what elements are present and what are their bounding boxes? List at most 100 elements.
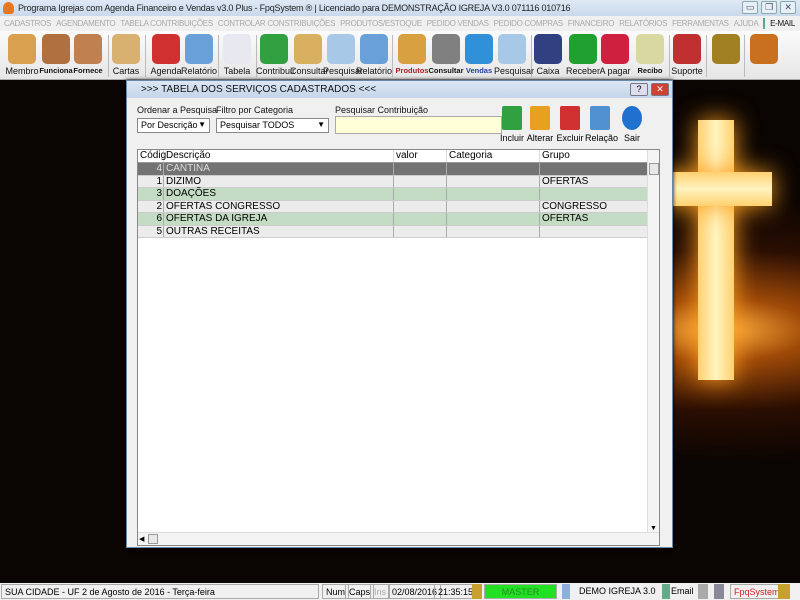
table-cell [447, 175, 540, 187]
menu-email[interactable]: E-MAIL [770, 19, 795, 28]
action-relação[interactable]: Relação [585, 106, 618, 143]
toolbar-button-agenda[interactable]: Agenda [148, 34, 184, 76]
menu-item[interactable]: PEDIDO COMPRAS [494, 19, 563, 28]
table-cell: 5 [138, 225, 164, 237]
toolbar-button-fornece[interactable]: Fornece [70, 34, 106, 75]
toolbar-label: Consultar [290, 66, 329, 76]
search-input[interactable] [335, 116, 502, 134]
toolbar-button-relatório[interactable]: Relatório [356, 34, 392, 76]
toolbar-button-contribuir[interactable]: Contribuir [256, 34, 295, 76]
column-header[interactable]: Descrição [164, 150, 394, 162]
table-row[interactable]: 6 OFERTAS DA IGREJA OFERTAS [138, 213, 648, 226]
action-alterar[interactable]: Alterar [525, 106, 555, 143]
toolbar-button-receber[interactable]: Receber [565, 34, 601, 76]
table-cell: 4 [138, 163, 164, 175]
scroll-thumb[interactable] [649, 163, 659, 175]
horizontal-scrollbar[interactable]: ◀ [138, 532, 659, 545]
menu-item[interactable]: CADASTROS [4, 19, 51, 28]
menu-item[interactable]: PEDIDO VENDAS [427, 19, 489, 28]
table-row[interactable]: 2 OFERTAS CONGRESSO CONGRESSO [138, 200, 648, 213]
toolbar-button-consultar[interactable]: Consultar [290, 34, 329, 76]
table-cell: DOAÇÕES [164, 188, 394, 200]
menu-item[interactable]: PRODUTOS/ESTOQUE [340, 19, 422, 28]
toolbar-button-suporte[interactable]: Suporte [669, 34, 705, 76]
table-cell [394, 213, 447, 225]
table-cell: DIZIMO [164, 175, 394, 187]
suporte-icon [673, 34, 701, 64]
menu-item[interactable]: FERRAMENTAS [672, 19, 729, 28]
dialog-close-button[interactable]: ✕ [651, 83, 669, 96]
filter-select[interactable]: Pesquisar TODOS ▼ [216, 118, 329, 133]
menu-item[interactable]: AJUDA [734, 19, 759, 28]
toolbar-button-relatório[interactable]: Relatório [181, 34, 217, 76]
toolbar-button-funciona[interactable]: Funciona [38, 34, 74, 75]
action-excluir[interactable]: Excluir [555, 106, 585, 143]
toolbar-button-cartas[interactable]: Cartas [108, 34, 144, 76]
column-header[interactable]: Códig [138, 150, 166, 162]
toolbar-button-pesquisar[interactable]: Pesquisar [323, 34, 363, 76]
toolbar-button-vendas[interactable]: Vendas [461, 34, 497, 75]
toolbar-button-consultar[interactable]: Consultar [428, 34, 464, 75]
services-table: Códig Descrição valor Categoria Grupo 4 CANTI… [137, 149, 660, 546]
toolbar-separator [145, 35, 146, 77]
toolbar-label: Produtos [395, 66, 429, 75]
tabela-icon [223, 34, 251, 64]
table-row[interactable]: 1 DIZIMO OFERTAS [138, 175, 648, 188]
help-button[interactable]: ? [630, 83, 648, 96]
status-city-date: SUA CIDADE - UF 2 de Agosto de 2016 - Te… [1, 584, 319, 599]
toolbar-button-caixa[interactable]: Caixa [530, 34, 566, 76]
scroll-left-icon[interactable]: ◀ [139, 535, 144, 543]
action-sair[interactable]: Sair [617, 106, 647, 143]
vertical-scrollbar[interactable]: ▼ [647, 150, 659, 533]
toolbar-button-tabela[interactable]: Tabela [219, 34, 255, 76]
table-row[interactable]: 5 OUTRAS RECEITAS [138, 225, 648, 238]
menu-item[interactable]: FINANCEIRO [568, 19, 615, 28]
scroll-down-icon[interactable]: ▼ [650, 525, 657, 532]
relatório-icon [360, 34, 388, 64]
toolbar-label: Membro [5, 66, 39, 76]
menu-item[interactable]: RELATÓRIOS [619, 19, 667, 28]
contribuir-icon [260, 34, 288, 64]
menu-item[interactable]: AGENDAMENTO [56, 19, 116, 28]
computer-icon[interactable] [714, 584, 724, 599]
action-incluir[interactable]: Incluir [497, 106, 527, 143]
column-header[interactable]: valor [394, 150, 447, 162]
toolbar-label: Funciona [39, 66, 73, 75]
close-button[interactable]: ✕ [780, 1, 796, 14]
title-bar: Programa Igrejas com Agenda Financeiro e… [0, 0, 800, 16]
toolbar-button-produtos[interactable]: Produtos [394, 34, 430, 75]
maximize-button[interactable]: ❐ [761, 1, 777, 14]
relatório-icon [185, 34, 213, 64]
dialog-title: >>> TABELA DOS SERVIÇOS CADASTRADOS <<< [127, 81, 672, 98]
menu-item[interactable]: TABELA CONTRIBUIÇÕES [120, 19, 213, 28]
table-row[interactable]: 3 DOAÇÕES [138, 188, 648, 201]
table-cell: OFERTAS CONGRESSO [164, 200, 394, 212]
order-label: Ordenar a Pesquisa [137, 105, 218, 115]
column-header[interactable]: Categoria [447, 150, 540, 162]
action-label: Sair [623, 133, 640, 143]
toolbar-button-recibo[interactable]: Recibo [632, 34, 668, 75]
minimize-button[interactable]: ▭ [742, 1, 758, 14]
table-cell: CANTINA [164, 163, 394, 175]
menu-item[interactable]: CONTROLAR CONSTRIBUIÇÕES [218, 19, 336, 28]
action-label: Incluir [499, 133, 524, 143]
status-email[interactable]: Email [668, 584, 697, 599]
printer-icon[interactable] [698, 584, 708, 599]
toolbar-button-membro[interactable]: Membro [4, 34, 40, 76]
sair-icon [622, 106, 642, 130]
toolbar-button-item[interactable] [746, 34, 782, 66]
status-bar: SUA CIDADE - UF 2 de Agosto de 2016 - Te… [0, 583, 800, 600]
table-row[interactable]: 4 CANTINA [138, 163, 648, 176]
incluir-icon [502, 106, 522, 130]
column-header[interactable]: Grupo [540, 150, 648, 162]
action-label: Alterar [526, 133, 554, 143]
toolbar-button-item[interactable] [708, 34, 744, 66]
toolbar-button-a-pagar[interactable]: A pagar [597, 34, 633, 76]
table-cell [394, 225, 447, 237]
table-cell: OUTRAS RECEITAS [164, 225, 394, 237]
hscroll-thumb[interactable] [148, 534, 158, 544]
filter-value: Pesquisar TODOS [220, 120, 295, 130]
order-select[interactable]: Por Descrição ▼ [137, 118, 210, 133]
funciona-icon [42, 34, 70, 64]
toolbar-button-pesquisar[interactable]: Pesquisar [494, 34, 534, 76]
